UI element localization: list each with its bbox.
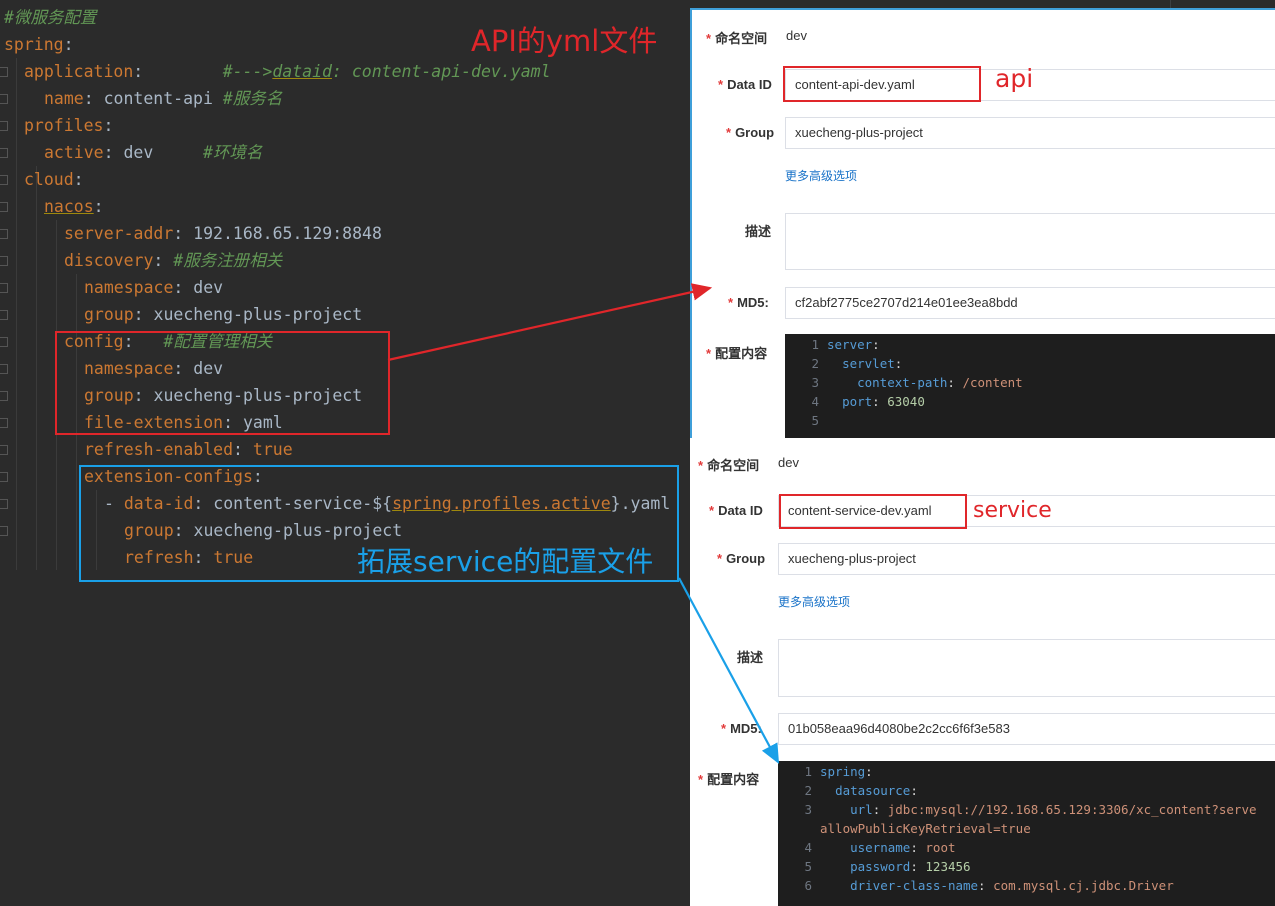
arrow-to-api-md5 bbox=[387, 283, 713, 362]
arrow-to-service-content bbox=[678, 577, 780, 764]
annotation-arrows bbox=[387, 283, 780, 764]
